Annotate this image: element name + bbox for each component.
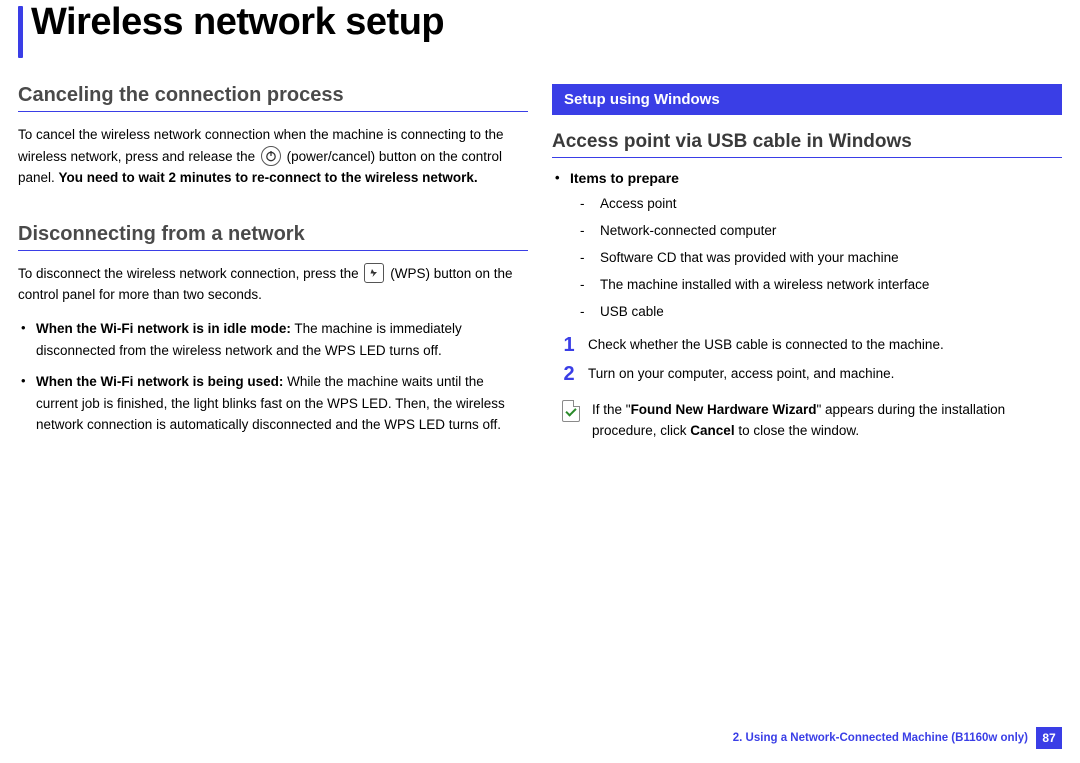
list-item: USB cable	[580, 302, 1062, 323]
note: If the "Found New Hardware Wizard" appea…	[562, 400, 1062, 442]
paragraph-cancel: To cancel the wireless network connectio…	[18, 124, 528, 189]
page-footer: 2. Using a Network-Connected Machine (B1…	[733, 727, 1062, 749]
step-1: 1 Check whether the USB cable is connect…	[562, 335, 1062, 356]
list-item: When the Wi-Fi network is in idle mode: …	[18, 318, 528, 361]
heading-canceling: Canceling the connection process	[18, 84, 528, 107]
text: To disconnect the wireless network conne…	[18, 266, 362, 281]
note-icon	[562, 400, 580, 422]
list-item: The machine installed with a wireless ne…	[580, 275, 1062, 296]
rule	[18, 250, 528, 251]
note-text: If the "Found New Hardware Wizard" appea…	[592, 400, 1062, 442]
footer-chapter: 2. Using a Network-Connected Machine (B1…	[733, 732, 1028, 744]
text-bold: Cancel	[690, 423, 734, 438]
list-item: Network-connected computer	[580, 221, 1062, 242]
two-column-layout: Canceling the connection process To canc…	[18, 84, 1062, 446]
list-item: Software CD that was provided with your …	[580, 248, 1062, 269]
text: If the "	[592, 402, 631, 417]
footer-page-number: 87	[1036, 727, 1062, 749]
wps-icon	[364, 263, 384, 283]
list-item: When the Wi-Fi network is being used: Wh…	[18, 371, 528, 436]
text: to close the window.	[735, 423, 860, 438]
text-bold: Found New Hardware Wizard	[631, 402, 817, 417]
disconnect-cases-list: When the Wi-Fi network is in idle mode: …	[18, 318, 528, 436]
rule	[552, 157, 1062, 158]
step-text: Check whether the USB cable is connected…	[588, 335, 1062, 356]
step-number: 2	[562, 364, 576, 384]
manual-page: Wireless network setup Canceling the con…	[0, 0, 1080, 446]
text-bold: When the Wi-Fi network is being used:	[36, 374, 283, 389]
heading-disconnecting: Disconnecting from a network	[18, 223, 528, 246]
items-list: Access point Network-connected computer …	[552, 194, 1062, 323]
step-2: 2 Turn on your computer, access point, a…	[562, 364, 1062, 385]
power-cancel-icon	[261, 146, 281, 166]
list-item: Access point	[580, 194, 1062, 215]
paragraph-disconnect: To disconnect the wireless network conne…	[18, 263, 528, 306]
page-title: Wireless network setup	[31, 2, 444, 58]
banner-setup-windows: Setup using Windows	[552, 84, 1062, 115]
right-column: Setup using Windows Access point via USB…	[552, 84, 1062, 446]
title-accent-bar	[18, 6, 23, 58]
step-text: Turn on your computer, access point, and…	[588, 364, 1062, 385]
step-number: 1	[562, 335, 576, 355]
rule	[18, 111, 528, 112]
heading-items-to-prepare: Items to prepare	[552, 170, 1062, 186]
left-column: Canceling the connection process To canc…	[18, 84, 528, 446]
heading-access-point: Access point via USB cable in Windows	[552, 131, 1062, 153]
text-bold: When the Wi-Fi network is in idle mode:	[36, 321, 291, 336]
page-title-wrap: Wireless network setup	[18, 0, 1062, 66]
text-bold: You need to wait 2 minutes to re-connect…	[59, 170, 478, 185]
